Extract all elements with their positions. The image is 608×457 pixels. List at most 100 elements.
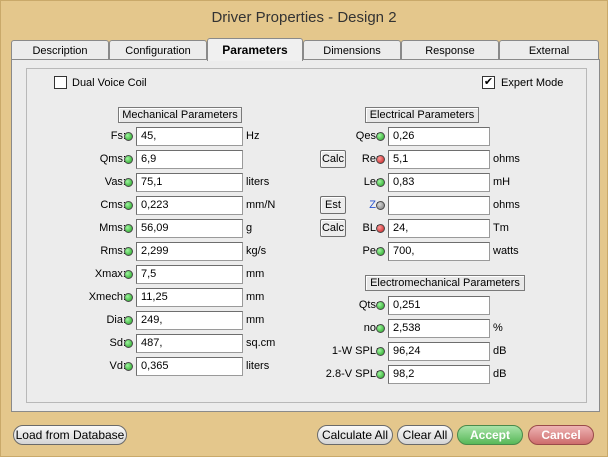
mechanical-parameters-header: Mechanical Parameters [118, 107, 242, 123]
calculate-all-button[interactable]: Calculate All [317, 425, 393, 445]
mech-sd-unit: sq.cm [246, 337, 276, 349]
tab-bar: Description Configuration Parameters Dim… [11, 38, 600, 61]
mech-sd-status-icon [124, 339, 133, 348]
em-no-field[interactable]: 2,538 [388, 319, 490, 338]
mech-fs-unit: Hz [246, 130, 260, 142]
mech-qms-status-icon [124, 155, 133, 164]
mech-mms-unit: g [246, 222, 253, 234]
elec-le-status-icon [376, 178, 385, 187]
em-1-w-spl-field[interactable]: 96,24 [388, 342, 490, 361]
clear-all-button[interactable]: Clear All [397, 425, 453, 445]
mech-cms-unit: mm/N [246, 199, 276, 211]
mech-vd-unit: liters [246, 360, 270, 372]
electrical-parameters-header: Electrical Parameters [365, 107, 479, 123]
em-qts-status-icon [376, 301, 385, 310]
mech-qms-label: Qms: [99, 153, 126, 165]
elec-qes-field[interactable]: 0,26 [388, 127, 490, 146]
mech-xmech-label: Xmech: [88, 291, 126, 303]
mech-rms-label: Rms: [100, 245, 126, 257]
elec-pe-unit: watts [493, 245, 519, 257]
tab-response[interactable]: Response [401, 40, 499, 60]
elec-bl-status-icon [376, 224, 385, 233]
elec-z-unit: ohms [493, 199, 520, 211]
mech-sd-label: Sd: [109, 337, 126, 349]
mech-xmech-field[interactable]: 11,25 [136, 288, 243, 307]
tab-dimensions[interactable]: Dimensions [303, 40, 401, 60]
load-from-database-button[interactable]: Load from Database [13, 425, 127, 445]
em-1-w-spl-unit: dB [493, 345, 507, 357]
mech-vas-status-icon [124, 178, 133, 187]
electromechanical-parameters-header: Electromechanical Parameters [365, 275, 525, 291]
elec-bl-field[interactable]: 24, [388, 219, 490, 238]
mech-cms-status-icon [124, 201, 133, 210]
em-qts-field[interactable]: 0,251 [388, 296, 490, 315]
em-no-unit: % [493, 322, 503, 334]
tab-description[interactable]: Description [11, 40, 109, 60]
em-2-8-v-spl-unit: dB [493, 368, 507, 380]
em-2-8-v-spl-status-icon [376, 370, 385, 379]
em-2-8-v-spl-field[interactable]: 98,2 [388, 365, 490, 384]
elec-bl-label: BL: [362, 222, 379, 234]
em-no-label: no: [363, 322, 379, 334]
mech-dia-status-icon [124, 316, 133, 325]
mech-vd-field[interactable]: 0,365 [136, 357, 243, 376]
expert-mode-checkbox[interactable]: ✔ [482, 76, 495, 89]
mech-vd-label: Vd: [109, 360, 126, 372]
mech-dia-label: Dia: [106, 314, 126, 326]
mech-rms-status-icon [124, 247, 133, 256]
elec-re-field[interactable]: 5,1 [388, 150, 490, 169]
mech-qms-field[interactable]: 6,9 [136, 150, 243, 169]
dual-voice-coil-label: Dual Voice Coil [72, 77, 147, 89]
elec-pe-status-icon [376, 247, 385, 256]
elec-le-unit: mH [493, 176, 511, 188]
mech-xmax-unit: mm [246, 268, 265, 280]
mech-vas-label: Vas: [104, 176, 126, 188]
mech-xmax-status-icon [124, 270, 133, 279]
dual-voice-coil-checkbox[interactable] [54, 76, 67, 89]
mech-vas-field[interactable]: 75,1 [136, 173, 243, 192]
elec-re-unit: ohms [493, 153, 520, 165]
em-1-w-spl-status-icon [376, 347, 385, 356]
elec-re-calc-button[interactable]: Calc [320, 150, 346, 168]
mech-xmax-field[interactable]: 7,5 [136, 265, 243, 284]
expert-mode-label: Expert Mode [501, 77, 564, 89]
em-2-8-v-spl-label: 2.8-V SPL: [325, 368, 379, 380]
elec-le-field[interactable]: 0,83 [388, 173, 490, 192]
tab-configuration[interactable]: Configuration [109, 40, 207, 60]
window-title: Driver Properties - Design 2 [211, 9, 397, 26]
elec-z-label: Z: [369, 199, 379, 211]
elec-re-label: Re: [361, 153, 379, 165]
mech-dia-unit: mm [246, 314, 265, 326]
tab-external[interactable]: External [499, 40, 599, 60]
elec-z-est-button[interactable]: Est [320, 196, 346, 214]
mech-fs-field[interactable]: 45, [136, 127, 243, 146]
elec-pe-field[interactable]: 700, [388, 242, 490, 261]
mech-dia-field[interactable]: 249, [136, 311, 243, 330]
elec-bl-calc-button[interactable]: Calc [320, 219, 346, 237]
em-no-status-icon [376, 324, 385, 333]
cancel-button[interactable]: Cancel [528, 425, 594, 445]
mech-mms-status-icon [124, 224, 133, 233]
mech-cms-label: Cms: [100, 199, 126, 211]
mech-rms-unit: kg/s [246, 245, 267, 257]
mech-sd-field[interactable]: 487, [136, 334, 243, 353]
driver-properties-window: Driver Properties - Design 2 Description… [0, 0, 608, 457]
mech-vas-unit: liters [246, 176, 270, 188]
elec-re-status-icon [376, 155, 385, 164]
elec-pe-label: Pe: [362, 245, 379, 257]
mech-rms-field[interactable]: 2,299 [136, 242, 243, 261]
em-qts-label: Qts: [358, 299, 379, 311]
accept-button[interactable]: Accept [457, 425, 523, 445]
mech-fs-label: Fs: [110, 130, 126, 142]
mech-vd-status-icon [124, 362, 133, 371]
elec-qes-label: Qes: [355, 130, 379, 142]
elec-z-status-icon [376, 201, 385, 210]
mech-mms-field[interactable]: 56,09 [136, 219, 243, 238]
tab-parameters[interactable]: Parameters [207, 38, 303, 61]
mech-mms-label: Mms: [99, 222, 126, 234]
elec-z-field[interactable] [388, 196, 490, 215]
mech-xmech-unit: mm [246, 291, 265, 303]
em-1-w-spl-label: 1-W SPL: [331, 345, 379, 357]
elec-qes-status-icon [376, 132, 385, 141]
mech-cms-field[interactable]: 0,223 [136, 196, 243, 215]
